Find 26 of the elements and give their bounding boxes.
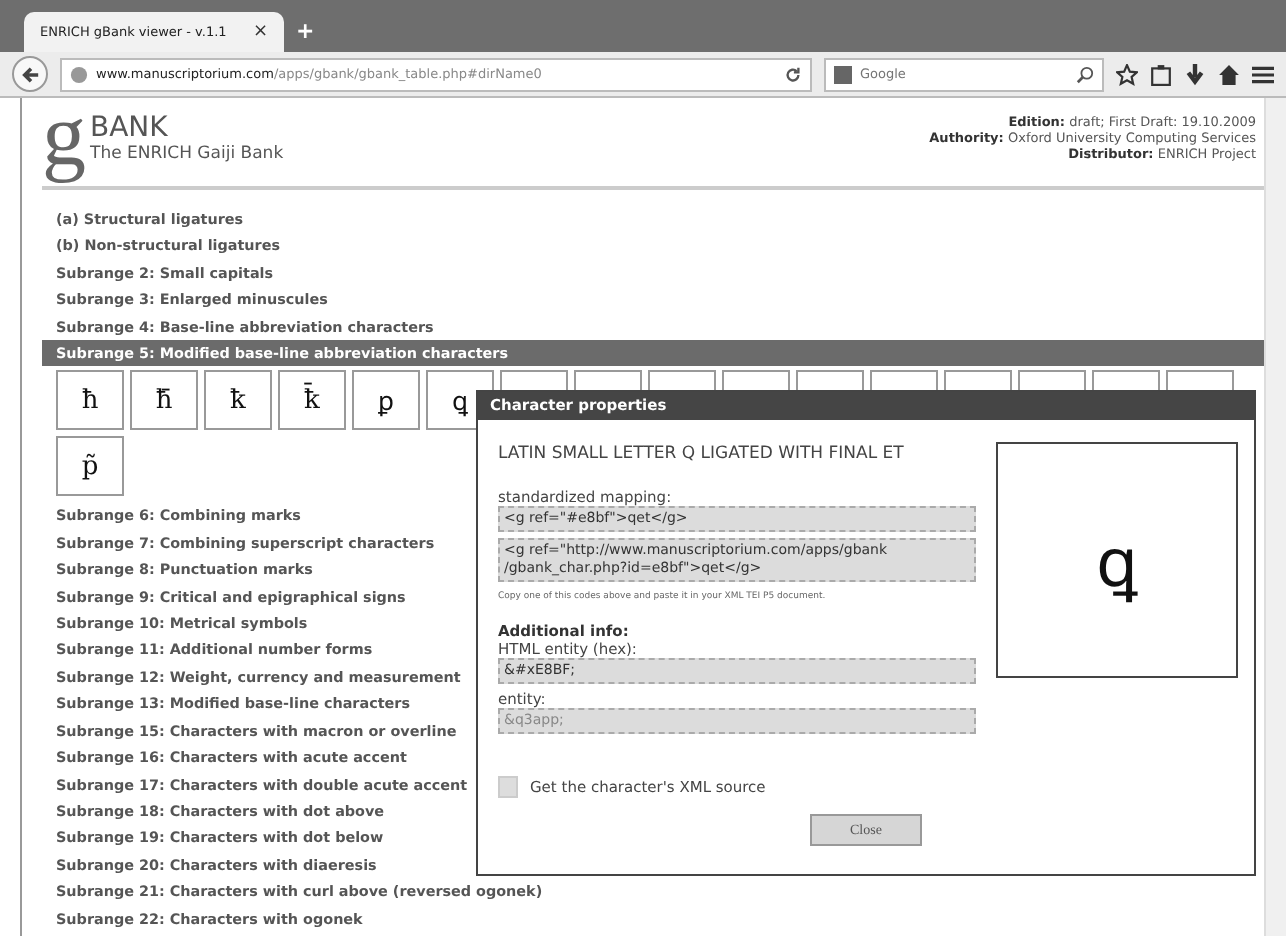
character-cell[interactable]: ħ [56, 370, 124, 431]
search-engine-icon [834, 65, 852, 83]
search-icon[interactable] [1076, 65, 1094, 83]
back-arrow-icon [21, 65, 39, 83]
character-cell[interactable]: ħ̄ [130, 370, 198, 431]
document-icon [498, 776, 518, 798]
glyph-preview: ꝗ [995, 442, 1238, 678]
back-button[interactable] [12, 56, 48, 92]
logo-subtitle: The ENRICH Gaiji Bank [90, 144, 284, 164]
globe-icon [70, 65, 88, 83]
character-cell[interactable]: ꝁ̄ [278, 370, 346, 431]
logo-title: BANK [90, 114, 170, 144]
home-icon[interactable] [1218, 63, 1240, 85]
logo-letter: g [42, 86, 86, 186]
star-icon[interactable] [1116, 63, 1138, 85]
download-icon[interactable] [1184, 63, 1206, 85]
character-name: LATIN SMALL LETTER Q LIGATED WITH FINAL ET [498, 444, 906, 464]
character-cell[interactable]: ꝑ [352, 370, 420, 431]
scrollbar[interactable] [1264, 98, 1286, 936]
menu-icon[interactable] [1252, 63, 1274, 85]
reload-icon[interactable] [784, 65, 802, 83]
character-cell[interactable]: p̃ [56, 436, 124, 497]
close-tab-button[interactable]: × [252, 22, 268, 42]
clipboard-icon[interactable] [1150, 63, 1172, 85]
character-cell[interactable]: ꝁ [204, 370, 272, 431]
new-tab-button[interactable]: + [296, 18, 315, 44]
